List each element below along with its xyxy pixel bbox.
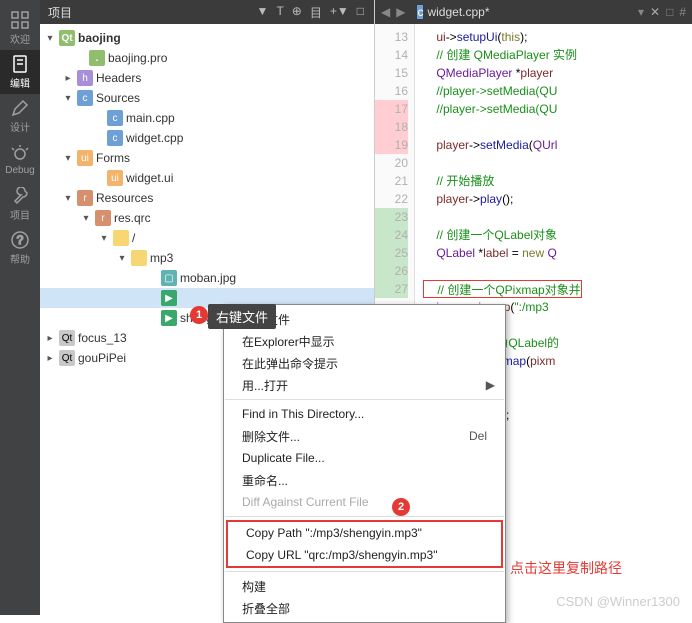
line-number: 25 (375, 244, 408, 262)
code-line: //player->setMedia(QU (423, 82, 582, 100)
mode-debug[interactable]: Debug (0, 138, 40, 182)
tree-item-widgetui[interactable]: uiwidget.ui (40, 168, 374, 188)
line-number: 17 (375, 100, 408, 118)
line-number: 23 (375, 208, 408, 226)
menu-item[interactable]: 重命名... (224, 469, 505, 491)
line-number: 24 (375, 226, 408, 244)
cpp-icon: c (417, 5, 423, 19)
line-number: 16 (375, 82, 408, 100)
line-number: 19 (375, 136, 408, 154)
nav-fwd-icon[interactable]: ▶ (396, 5, 405, 19)
mode-welcome[interactable]: 欢迎 (0, 6, 40, 50)
nav-back-icon[interactable]: ◀ (381, 5, 390, 19)
shortcut: Del (469, 429, 487, 443)
line-number: 27 (375, 280, 408, 298)
line-number: 26 (375, 262, 408, 280)
menu-separator (225, 399, 504, 400)
tree-item-maincpp[interactable]: cmain.cpp (40, 108, 374, 128)
tree-item-baojing[interactable]: ▾Qtbaojing (40, 28, 374, 48)
mode-project[interactable]: 项目 (0, 182, 40, 226)
code-line: QLabel *label = new Q (423, 244, 582, 262)
menu-item[interactable]: 删除文件...Del (224, 425, 505, 447)
welcome-icon (11, 11, 29, 29)
debug-icon (11, 145, 29, 163)
panel-tool-2[interactable]: ⊕ (290, 4, 304, 21)
submenu-arrow-icon: ▶ (486, 378, 495, 392)
tree-item-moban[interactable]: ▢moban.jpg (40, 268, 374, 288)
maximize-icon[interactable]: □ (666, 5, 673, 19)
annotation-tooltip: 右键文件 (208, 304, 276, 329)
menu-item: Diff Against Current File (224, 491, 505, 513)
edit-icon (11, 55, 29, 73)
tree-item-pro[interactable]: .baojing.pro (40, 48, 374, 68)
code-line: QMediaPlayer *player (423, 64, 582, 82)
tab-label: widget.cpp* (427, 5, 489, 19)
close-tab-icon[interactable]: ✕ (650, 5, 660, 19)
panel-tool-5[interactable]: □ (355, 4, 366, 21)
panel-tools: ▼T ⊕目+▼□ (255, 4, 366, 21)
split-icon[interactable]: ▾ (638, 5, 644, 19)
project-panel-header: 项目 ▼T ⊕目+▼□ (40, 0, 374, 24)
code-line (423, 154, 582, 172)
project-icon (11, 187, 29, 205)
tree-item-headers[interactable]: ▸hHeaders (40, 68, 374, 88)
code-line: // 创建一个QPixmap对象并 (423, 280, 582, 298)
annotation-note: 点击这里复制路径 (510, 558, 622, 578)
context-menu[interactable]: 打开文件在Explorer中显示在此弹出命令提示用...打开▶Find in T… (223, 304, 506, 623)
tree-item-resources[interactable]: ▾rResources (40, 188, 374, 208)
menu-item[interactable]: 折叠全部 (224, 597, 505, 619)
watermark: CSDN @Winner1300 (556, 594, 680, 609)
menu-item[interactable]: Find in This Directory... (224, 403, 505, 425)
code-line (423, 118, 582, 136)
editor-header: ◀ ▶ c widget.cpp* ▾ ✕ □ # (375, 0, 692, 24)
line-number: 21 (375, 172, 408, 190)
menu-separator (225, 571, 504, 572)
tree-item-slash[interactable]: ▾/ (40, 228, 374, 248)
menu-item[interactable]: 用...打开▶ (224, 374, 505, 396)
tree-item-mp3folder[interactable]: ▾mp3 (40, 248, 374, 268)
left-icon-bar: 欢迎编辑设计Debug项目?帮助 (0, 0, 40, 615)
code-line: //player->setMedia(QU (423, 100, 582, 118)
menu-separator (225, 516, 504, 517)
tree-item-resqrc[interactable]: ▾rres.qrc (40, 208, 374, 228)
code-line: // 创建 QMediaPlayer 实例 (423, 46, 582, 64)
mode-help[interactable]: ?帮助 (0, 226, 40, 270)
tree-item-sources[interactable]: ▾cSources (40, 88, 374, 108)
panel-tool-0[interactable]: ▼ (255, 4, 271, 21)
code-line: // 创建一个QLabel对象 (423, 226, 582, 244)
editor-tab[interactable]: c widget.cpp* (411, 3, 495, 21)
line-number: 13 (375, 28, 408, 46)
line-number: 20 (375, 154, 408, 172)
menu-item[interactable]: 在此弹出命令提示 (224, 352, 505, 374)
annotation-badge-1: 1 (190, 306, 208, 324)
code-line: // 开始播放 (423, 172, 582, 190)
tree-item-forms[interactable]: ▾uiForms (40, 148, 374, 168)
line-number: 22 (375, 190, 408, 208)
tree-item-widgetcpp[interactable]: cwidget.cpp (40, 128, 374, 148)
design-icon (11, 99, 29, 117)
panel-tool-4[interactable]: +▼ (328, 4, 351, 21)
code-line: ui->setupUi(this); (423, 28, 582, 46)
svg-text:?: ? (17, 233, 24, 247)
menu-item[interactable]: Copy URL "qrc:/mp3/shengyin.mp3" (228, 544, 501, 566)
mode-edit[interactable]: 编辑 (0, 50, 40, 94)
menu-item[interactable]: 构建 (224, 575, 505, 597)
code-line: player->play(); (423, 190, 582, 208)
menu-item[interactable]: 在Explorer中显示 (224, 330, 505, 352)
line-number: 14 (375, 46, 408, 64)
code-line (423, 208, 582, 226)
help-icon: ? (11, 231, 29, 249)
code-line: player->setMedia(QUrl (423, 136, 582, 154)
annotation-badge-2: 2 (392, 498, 410, 516)
panel-tool-1[interactable]: T (274, 4, 285, 21)
line-number: 18 (375, 118, 408, 136)
mode-design[interactable]: 设计 (0, 94, 40, 138)
panel-tool-3[interactable]: 目 (308, 4, 324, 21)
menu-item[interactable]: Duplicate File... (224, 447, 505, 469)
code-line (423, 262, 582, 280)
menu-item[interactable]: Copy Path ":/mp3/shengyin.mp3" (228, 522, 501, 544)
panel-title: 项目 (48, 4, 72, 21)
hash-icon[interactable]: # (679, 5, 686, 19)
line-number: 15 (375, 64, 408, 82)
